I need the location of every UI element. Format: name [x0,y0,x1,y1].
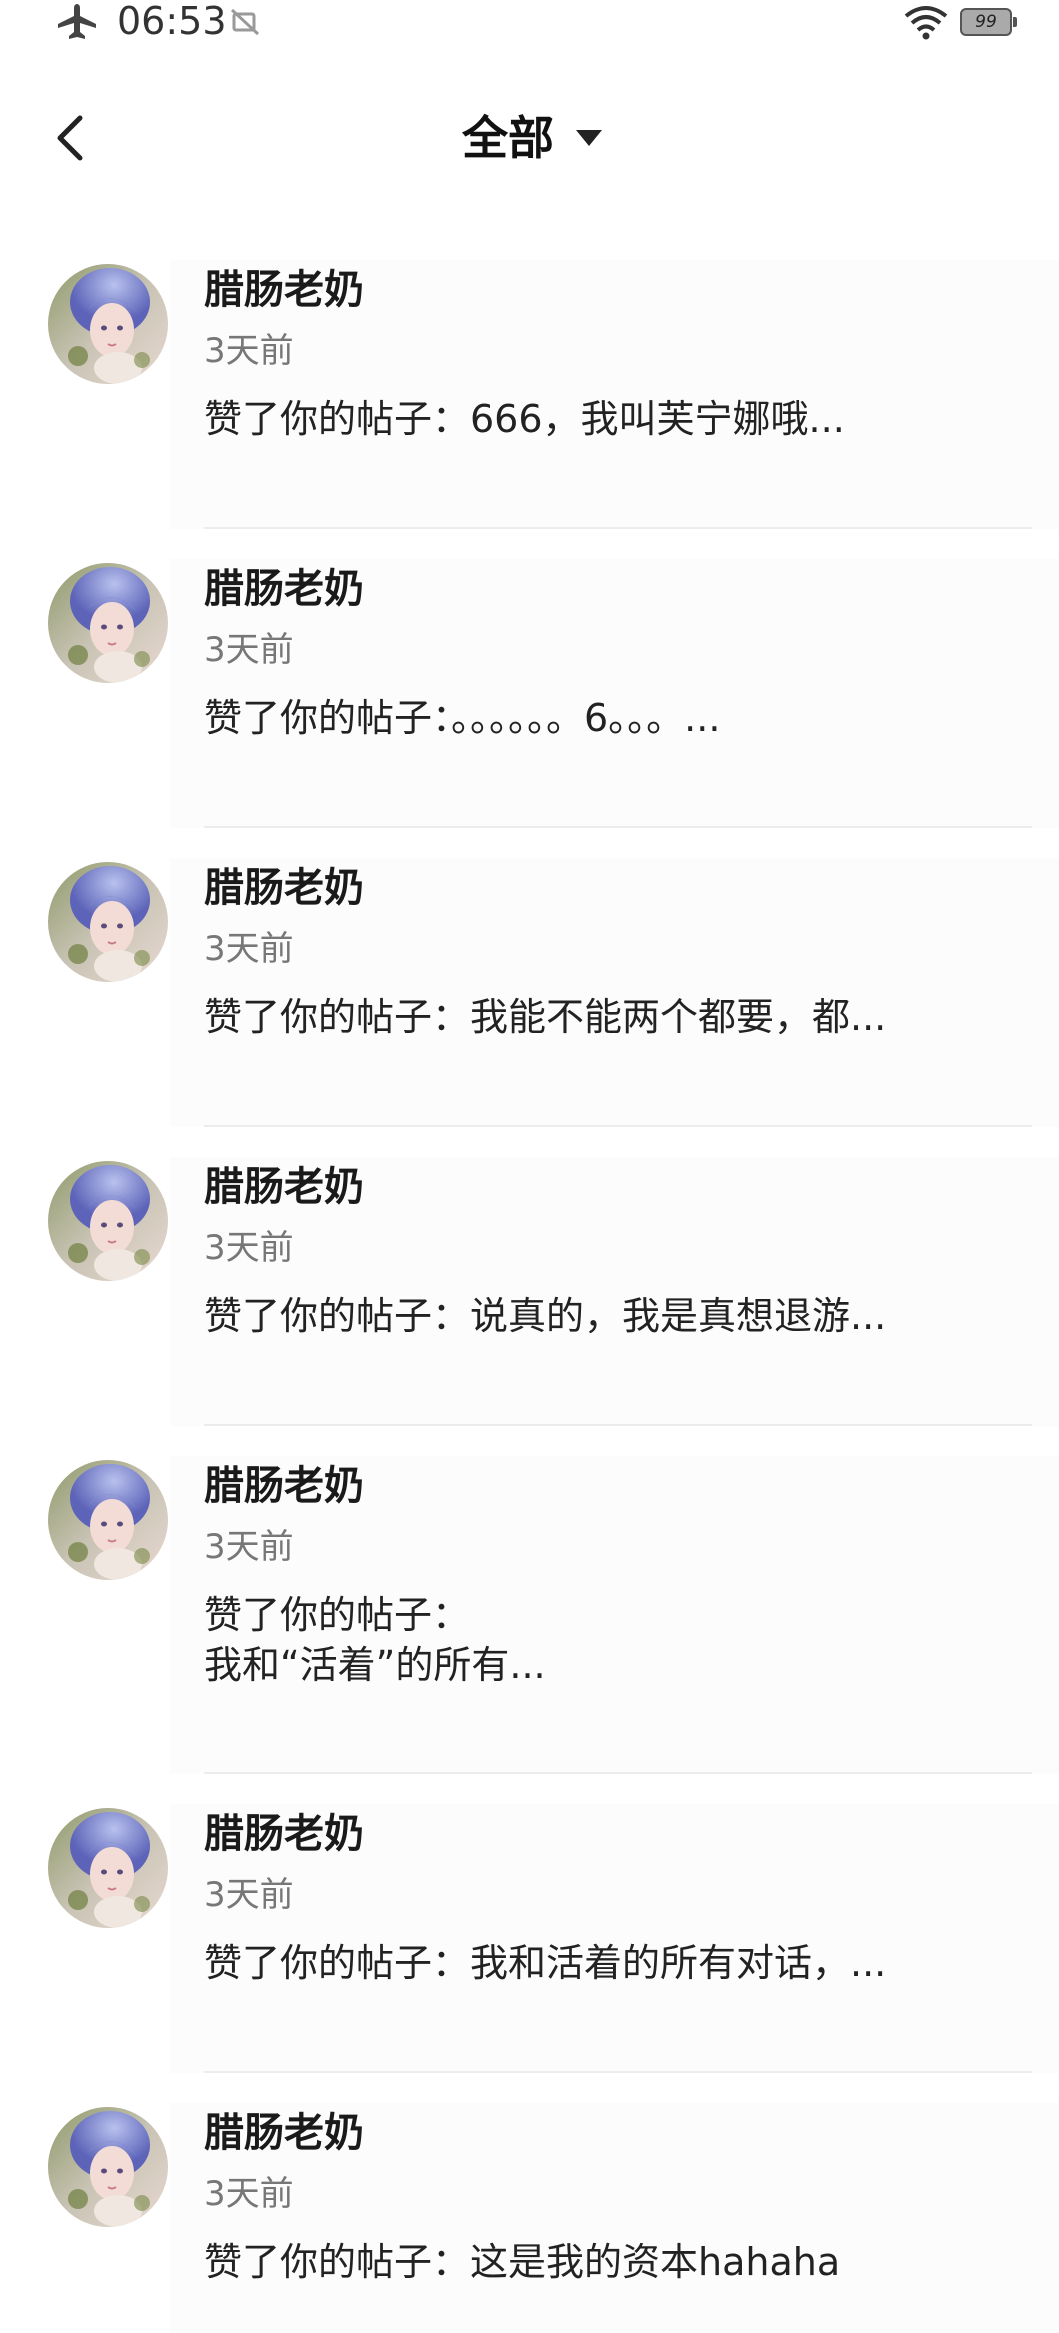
notification-list: 腊肠老奶 3天前 赞了你的帖子：666，我叫芙宁娜哦... 腊肠老奶 3天前 赞了你的帖子… [0,230,1059,2333]
username[interactable]: 腊肠老奶 [204,2103,1034,2163]
caret-down-icon [576,130,602,146]
item-body: 腊肠老奶 3天前赞了你的帖子： 我和“活着”的所有... [204,1456,1034,1690]
notification-message: 赞了你的帖子：666，我叫芙宁娜哦... [204,397,845,441]
notification-message: 赞了你的帖子：我和活着的所有对话，... [204,1941,887,1985]
back-arrow-icon [57,115,83,161]
username[interactable]: 腊肠老奶 [204,1804,1034,1864]
wifi-icon [904,6,948,40]
filter-dropdown[interactable]: 全部 [462,104,604,172]
timestamp: 3天前 [204,2174,294,2214]
username[interactable]: 腊肠老奶 [204,1456,1034,1516]
notification-message: 赞了你的帖子：说真的，我是真想退游... [204,1294,887,1338]
notification-message: 赞了你的帖子：。。。。。。6。。。... [204,696,721,740]
timestamp: 3天前 [204,1875,294,1915]
notification-item[interactable]: 腊肠老奶 3天前赞了你的帖子：这是我的资本hahaha [0,2073,1059,2333]
avatar[interactable] [48,563,168,683]
avatar[interactable] [48,264,168,384]
battery-level: 99 [975,12,997,32]
timestamp: 3天前 [204,929,294,969]
filter-label: 全部 [462,111,554,165]
notification-item[interactable]: 腊肠老奶 3天前赞了你的帖子：666，我叫芙宁娜哦... [0,230,1059,529]
username[interactable]: 腊肠老奶 [204,260,1034,320]
notification-item[interactable]: 腊肠老奶 3天前赞了你的帖子：我和活着的所有对话，... [0,1774,1059,2073]
notification-message: 赞了你的帖子：我能不能两个都要，都... [204,995,887,1039]
status-time: 06:53 [117,0,227,43]
username[interactable]: 腊肠老奶 [204,1157,1034,1217]
avatar[interactable] [48,1161,168,1281]
avatar[interactable] [48,2107,168,2227]
notification-message: 赞了你的帖子：这是我的资本hahaha [204,2240,841,2284]
item-body: 腊肠老奶 3天前赞了你的帖子：。。。。。。6。。。... [204,559,1034,743]
airplane-icon [58,4,96,39]
status-bar: 06:53 99 [0,0,1059,44]
notification-message: 赞了你的帖子： 我和“活着”的所有... [204,1593,546,1687]
avatar[interactable] [48,1460,168,1580]
item-body: 腊肠老奶 3天前赞了你的帖子：我能不能两个都要，都... [204,858,1034,1042]
username[interactable]: 腊肠老奶 [204,858,1034,918]
item-body: 腊肠老奶 3天前赞了你的帖子：666，我叫芙宁娜哦... [204,260,1034,444]
notification-item[interactable]: 腊肠老奶 3天前赞了你的帖子：。。。。。。6。。。... [0,529,1059,828]
silent-mode-icon [230,8,260,36]
header: 全部 [0,90,1059,186]
avatar[interactable] [48,862,168,982]
notification-item[interactable]: 腊肠老奶 3天前赞了你的帖子： 我和“活着”的所有... [0,1426,1059,1774]
item-body: 腊肠老奶 3天前赞了你的帖子：这是我的资本hahaha [204,2103,1034,2287]
item-body: 腊肠老奶 3天前赞了你的帖子：说真的，我是真想退游... [204,1157,1034,1341]
timestamp: 3天前 [204,1527,294,1567]
username[interactable]: 腊肠老奶 [204,559,1034,619]
back-button[interactable] [40,108,100,168]
timestamp: 3天前 [204,1228,294,1268]
item-body: 腊肠老奶 3天前赞了你的帖子：我和活着的所有对话，... [204,1804,1034,1988]
notification-item[interactable]: 腊肠老奶 3天前赞了你的帖子：我能不能两个都要，都... [0,828,1059,1127]
battery-indicator: 99 [960,8,1018,36]
notification-item[interactable]: 腊肠老奶 3天前赞了你的帖子：说真的，我是真想退游... [0,1127,1059,1426]
timestamp: 3天前 [204,630,294,670]
avatar[interactable] [48,1808,168,1928]
timestamp: 3天前 [204,331,294,371]
